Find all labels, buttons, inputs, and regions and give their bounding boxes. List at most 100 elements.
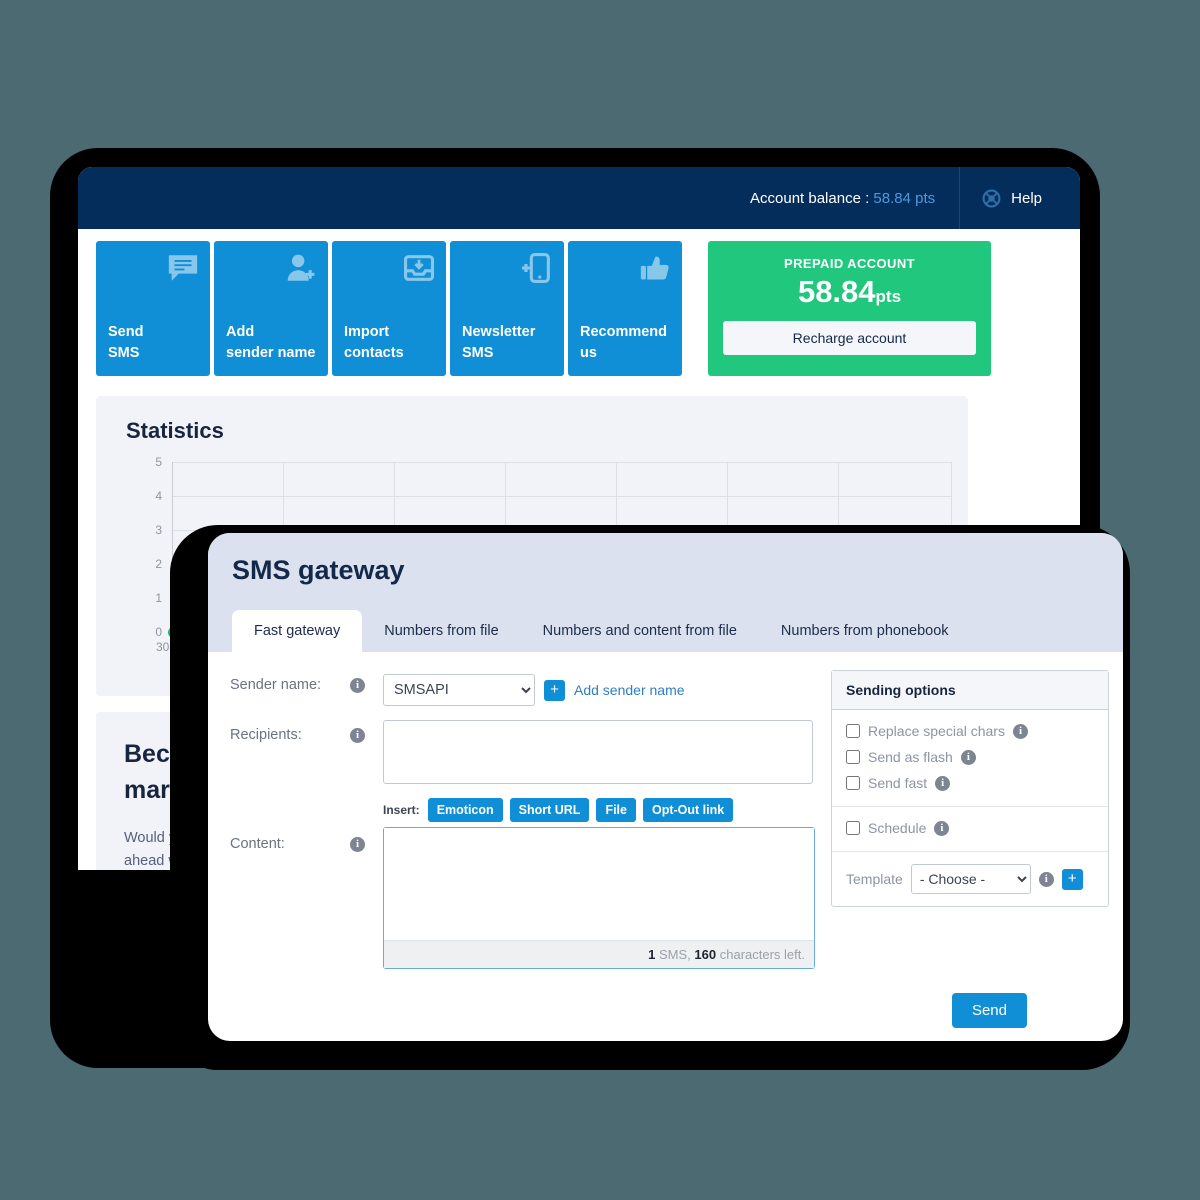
add-sender-name-plus-icon[interactable]: +	[544, 679, 565, 701]
y-tick-4: 4	[155, 489, 162, 503]
add-template-plus-icon[interactable]: +	[1061, 868, 1083, 890]
sending-options-box: Sending options Replace special chars i …	[831, 670, 1109, 907]
prepaid-title: PREPAID ACCOUNT	[784, 256, 915, 271]
sms-gateway-modal: SMS gateway Fast gateway Numbers from fi…	[208, 533, 1123, 1041]
send-button[interactable]: Send	[951, 993, 1027, 1028]
topbar: Account balance : 58.84 pts Help	[78, 167, 1080, 229]
tab-numbers-and-content-from-file[interactable]: Numbers and content from file	[521, 610, 759, 652]
template-row: Template - Choose - i +	[832, 851, 1108, 906]
tile-import-contacts-label: Import contacts	[344, 323, 404, 361]
add-sender-name-link[interactable]: Add sender name	[574, 682, 685, 698]
template-select[interactable]: - Choose -	[910, 864, 1031, 894]
account-balance-label: Account balance :	[750, 189, 870, 207]
account-balance: Account balance : 58.84 pts	[750, 190, 959, 207]
tab-fast-gateway[interactable]: Fast gateway	[232, 610, 363, 652]
insert-emoticon-button[interactable]: Emoticon	[427, 798, 503, 822]
form-row-sender-name: Sender name: i SMSAPI + Add sender name	[230, 670, 815, 706]
chat-bubble-icon	[168, 255, 198, 281]
insert-file-button[interactable]: File	[596, 798, 636, 822]
info-icon-content[interactable]: i	[350, 837, 365, 852]
send-row: Send	[208, 983, 1123, 1028]
content-input[interactable]	[384, 828, 814, 940]
prepaid-amount: 58.84pts	[723, 274, 976, 309]
modal-header: SMS gateway Fast gateway Numbers from fi…	[208, 533, 1123, 652]
info-icon-template[interactable]: i	[1038, 871, 1054, 887]
recipients-label: Recipients:	[230, 727, 302, 743]
content-label: Content:	[230, 836, 285, 852]
form-row-content: Content: i Insert: Emoticon Short URL Fi…	[230, 798, 815, 969]
help-button[interactable]: Help	[960, 189, 1080, 208]
tile-send-sms[interactable]: Send SMS	[96, 241, 210, 376]
option-schedule[interactable]: Schedule i	[846, 815, 1094, 841]
send-form: Sender name: i SMSAPI + Add sender name …	[230, 670, 815, 983]
content-block: Insert: Emoticon Short URL File Opt-Out …	[383, 798, 815, 969]
sms-count-word: SMS,	[658, 947, 691, 962]
statistics-title: Statistics	[126, 418, 224, 443]
help-label: Help	[1011, 189, 1042, 207]
insert-short-url-button[interactable]: Short URL	[509, 798, 590, 822]
prepaid-amount-unit: pts	[875, 287, 902, 306]
tile-send-sms-label: Send SMS	[108, 323, 144, 361]
tile-recommend-us[interactable]: Recommend us	[568, 241, 682, 376]
content-field-wrapper: 1 SMS, 160 characters left.	[383, 827, 815, 969]
sending-options-group-primary: Replace special chars i Send as flash i …	[832, 710, 1108, 806]
chars-left-value: 160	[694, 947, 717, 962]
y-tick-1: 1	[155, 591, 162, 605]
tile-import-contacts[interactable]: Import contacts	[332, 241, 446, 376]
inbox-download-icon	[403, 255, 435, 281]
checkbox-send-fast[interactable]	[846, 776, 860, 790]
lifebuoy-icon	[982, 189, 1001, 207]
option-send-as-flash-label: Send as flash	[868, 749, 953, 765]
sender-name-label: Sender name:	[230, 677, 322, 693]
y-tick-3: 3	[155, 523, 162, 537]
sending-options-group-schedule: Schedule i	[832, 806, 1108, 851]
tile-add-sender-name[interactable]: Add sender name	[214, 241, 328, 376]
y-tick-0: 0	[155, 625, 162, 639]
modal-body: Sender name: i SMSAPI + Add sender name …	[208, 652, 1123, 983]
option-replace-special-chars[interactable]: Replace special chars i	[846, 718, 1094, 744]
option-send-as-flash[interactable]: Send as flash i	[846, 744, 1094, 770]
quick-actions-row: Send SMS Add sender name Import contacts…	[78, 229, 1080, 376]
option-send-fast[interactable]: Send fast i	[846, 770, 1094, 796]
recipients-input[interactable]	[383, 720, 813, 784]
form-row-recipients: Recipients: i	[230, 720, 815, 784]
sending-options-column: Sending options Replace special chars i …	[831, 670, 1109, 983]
sender-name-select[interactable]: SMSAPI	[383, 674, 535, 706]
info-icon-recipients[interactable]: i	[350, 728, 365, 743]
mobile-add-icon	[521, 252, 550, 284]
insert-opt-out-link-button[interactable]: Opt-Out link	[643, 798, 734, 822]
user-add-icon	[287, 254, 315, 281]
tab-numbers-from-phonebook[interactable]: Numbers from phonebook	[759, 610, 971, 652]
account-balance-value: 58.84 pts	[873, 189, 936, 207]
info-icon-send-as-flash[interactable]: i	[960, 749, 976, 765]
recharge-account-button[interactable]: Recharge account	[723, 321, 976, 356]
sender-name-controls: SMSAPI + Add sender name	[383, 670, 685, 706]
sms-count-value: 1	[648, 947, 656, 962]
tile-newsletter-sms-label: Newsletter SMS	[462, 323, 536, 361]
checkbox-schedule[interactable]	[846, 821, 860, 835]
prepaid-account-card: PREPAID ACCOUNT 58.84pts Recharge accoun…	[708, 241, 991, 376]
insert-toolbar: Insert: Emoticon Short URL File Opt-Out …	[383, 798, 815, 822]
tab-numbers-from-file[interactable]: Numbers from file	[362, 610, 520, 652]
chars-left-word: characters left.	[719, 947, 805, 962]
info-icon-replace-special-chars[interactable]: i	[1012, 723, 1028, 739]
sending-options-title: Sending options	[832, 671, 1108, 710]
tile-add-sender-name-label: Add sender name	[226, 323, 316, 361]
info-icon-send-fast[interactable]: i	[935, 775, 951, 791]
modal-tabs: Fast gateway Numbers from file Numbers a…	[232, 610, 971, 652]
y-tick-5: 5	[155, 455, 162, 469]
info-icon-schedule[interactable]: i	[934, 820, 950, 836]
option-schedule-label: Schedule	[868, 820, 927, 836]
modal-title: SMS gateway	[232, 555, 405, 585]
y-tick-2: 2	[155, 557, 162, 571]
option-replace-special-chars-label: Replace special chars	[868, 723, 1005, 739]
template-label: Template	[846, 871, 903, 887]
checkbox-send-as-flash[interactable]	[846, 750, 860, 764]
checkbox-replace-special-chars[interactable]	[846, 724, 860, 738]
sms-counter: 1 SMS, 160 characters left.	[384, 940, 814, 968]
prepaid-amount-value: 58.84	[797, 274, 876, 309]
info-icon-sender-name[interactable]: i	[350, 678, 365, 693]
option-send-fast-label: Send fast	[868, 775, 928, 791]
tile-newsletter-sms[interactable]: Newsletter SMS	[450, 241, 564, 376]
insert-label: Insert:	[383, 803, 420, 817]
